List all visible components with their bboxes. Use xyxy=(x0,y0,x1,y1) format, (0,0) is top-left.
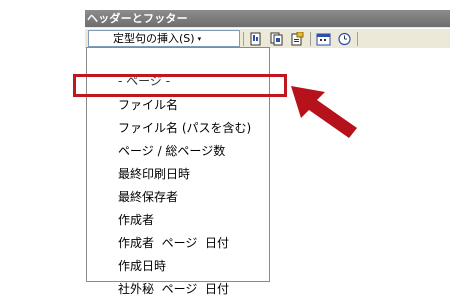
menu-item-confidential-page-date[interactable]: 社外秘 ページ 日付 xyxy=(88,259,268,296)
menu-item-page-of-pages[interactable]: ページ / 総ページ数 xyxy=(88,121,268,158)
menu-section-header: - ページ - xyxy=(88,51,268,88)
screenshot-stage: ヘッダーとフッター 定型句の挿入(S) ▾ - ページ - ファイル名 ファイル… xyxy=(0,0,450,306)
header-footer-toolbar: ヘッダーとフッター 定型句の挿入(S) ▾ xyxy=(85,10,450,48)
insert-time-icon[interactable] xyxy=(337,32,352,46)
insert-page-count-icon[interactable] xyxy=(269,32,284,46)
pointer-arrow-icon xyxy=(291,86,357,138)
insert-autotext-label: 定型句の挿入(S) xyxy=(113,32,195,45)
toolbar-title: ヘッダーとフッター xyxy=(85,10,450,27)
chevron-down-icon: ▾ xyxy=(197,35,202,43)
menu-item-file-name-with-path[interactable]: ファイル名 (パスを含む) xyxy=(88,98,268,135)
toolbar-separator xyxy=(243,32,244,46)
menu-item-last-printed[interactable]: 最終印刷日時 xyxy=(88,144,268,181)
menu-item-last-saved-by[interactable]: 最終保存者 xyxy=(88,167,268,204)
toolbar-separator xyxy=(310,32,311,46)
menu-item-label: 社外秘 ページ 日付 xyxy=(118,282,230,296)
menu-item-created-date[interactable]: 作成日時 xyxy=(88,236,268,273)
toolbar-separator xyxy=(357,32,358,46)
menu-item-author[interactable]: 作成者 xyxy=(88,190,268,227)
menu-item-author-page-date[interactable]: 作成者 ページ 日付 xyxy=(88,213,268,250)
toolbar-row: 定型句の挿入(S) ▾ xyxy=(85,28,450,48)
insert-autotext-button[interactable]: 定型句の挿入(S) ▾ xyxy=(88,30,240,47)
insert-page-number-icon[interactable] xyxy=(248,32,263,46)
format-page-number-icon[interactable] xyxy=(290,32,305,46)
highlight-box xyxy=(73,74,287,97)
insert-date-icon[interactable] xyxy=(316,32,331,46)
